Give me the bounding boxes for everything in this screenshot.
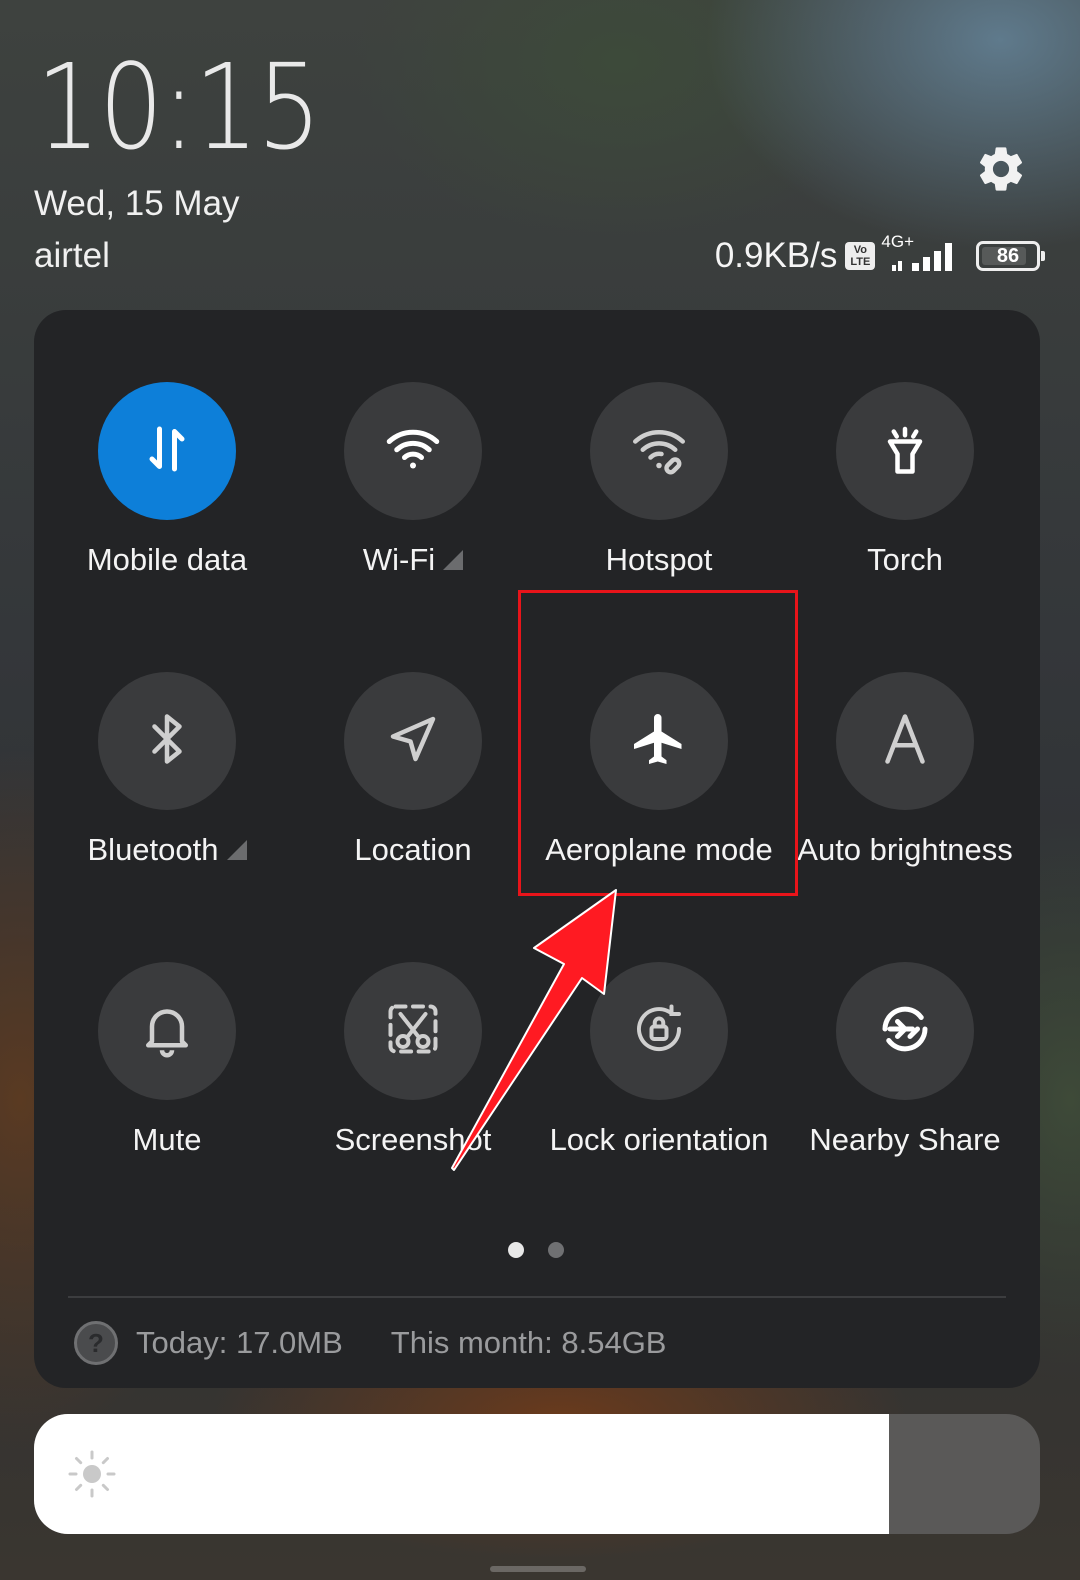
annotation-arrow-icon xyxy=(451,889,617,1171)
hotspot-icon xyxy=(629,419,689,484)
brightness-fill xyxy=(34,1414,890,1534)
page-dot-2[interactable] xyxy=(548,1242,564,1258)
tile-auto-brightness[interactable]: Auto brightness xyxy=(782,672,1028,868)
volte-icon: Vo LTE xyxy=(845,242,876,270)
annotation-highlight-box xyxy=(518,590,798,896)
tile-bluetooth-button[interactable] xyxy=(98,672,236,810)
tile-label-text: Wi-Fi xyxy=(362,542,436,577)
clock-time[interactable]: 10:15 xyxy=(36,48,322,166)
panel-divider xyxy=(68,1296,1006,1298)
bell-icon xyxy=(137,999,197,1064)
usage-month: This month: 8.54GB xyxy=(390,1325,667,1360)
tile-label-text: Mute xyxy=(132,1122,202,1157)
tile-hotspot[interactable]: Hotspot xyxy=(536,382,782,578)
tile-location-button[interactable] xyxy=(344,672,482,810)
network-speed: 0.9KB/s xyxy=(714,236,838,275)
tile-location-label: Location xyxy=(354,832,471,868)
status-bar-right: 0.9KB/s Vo LTE 4G+ 86 xyxy=(714,232,1045,280)
data-usage-row[interactable]: ? Today: 17.0MB This month: 8.54GB xyxy=(74,1320,666,1366)
network-type: 4G+ xyxy=(881,232,914,251)
page-dot-1[interactable] xyxy=(508,1242,524,1258)
battery-fill xyxy=(982,247,1026,265)
expand-corner-icon[interactable] xyxy=(226,840,247,860)
expand-corner-icon[interactable] xyxy=(443,550,464,570)
battery-icon: 86 xyxy=(976,241,1045,271)
mobile-data-arrows-icon xyxy=(137,419,197,484)
gesture-bar[interactable] xyxy=(490,1566,586,1572)
tile-hotspot-label: Hotspot xyxy=(606,542,713,578)
tile-wifi-label: Wi-Fi xyxy=(362,542,464,578)
tile-torch[interactable]: Torch xyxy=(782,382,1028,578)
tile-torch-label: Torch xyxy=(867,542,943,578)
tile-mute-label: Mute xyxy=(133,1122,202,1158)
torch-icon xyxy=(875,419,935,484)
location-arrow-icon xyxy=(383,709,443,774)
nearby-share-icon xyxy=(875,999,935,1064)
tile-mute[interactable]: Mute xyxy=(44,962,290,1158)
scissors-icon xyxy=(383,999,443,1064)
tile-label-text: Mobile data xyxy=(86,542,248,577)
wifi-icon xyxy=(383,419,443,484)
tile-nearby-share-button[interactable] xyxy=(836,962,974,1100)
tile-hotspot-button[interactable] xyxy=(590,382,728,520)
sun-icon xyxy=(68,1450,116,1498)
tile-label-text: Hotspot xyxy=(605,542,713,577)
tile-auto-brightness-button[interactable] xyxy=(836,672,974,810)
usage-today: Today: 17.0MB xyxy=(136,1325,343,1360)
tile-mobile-data-button[interactable] xyxy=(98,382,236,520)
tile-label-text: Auto brightness xyxy=(797,832,1013,867)
tile-wifi[interactable]: Wi-Fi xyxy=(290,382,536,578)
tile-label-text: Location xyxy=(354,832,472,867)
date-label[interactable]: Wed, 15 May xyxy=(34,184,240,224)
tile-label-text: Torch xyxy=(867,542,943,577)
help-icon[interactable]: ? xyxy=(74,1321,118,1365)
tile-nearby-share-label: Nearby Share xyxy=(809,1122,1000,1158)
tile-torch-button[interactable] xyxy=(836,382,974,520)
bluetooth-icon xyxy=(137,709,197,774)
tile-mobile-data-label: Mobile data xyxy=(87,542,247,578)
brightness-slider[interactable] xyxy=(34,1414,1040,1534)
tile-wifi-button[interactable] xyxy=(344,382,482,520)
tile-location[interactable]: Location xyxy=(290,672,536,868)
tile-auto-brightness-label: Auto brightness xyxy=(797,832,1012,868)
tile-bluetooth[interactable]: Bluetooth xyxy=(44,672,290,868)
tile-label-text: Bluetooth xyxy=(87,832,219,867)
tile-nearby-share[interactable]: Nearby Share xyxy=(782,962,1028,1158)
tile-bluetooth-label: Bluetooth xyxy=(88,832,247,868)
tile-mute-button[interactable] xyxy=(98,962,236,1100)
carrier-name: airtel xyxy=(34,236,110,275)
page-indicator xyxy=(508,1242,564,1258)
tile-mobile-data[interactable]: Mobile data xyxy=(44,382,290,578)
settings-gear-icon[interactable] xyxy=(974,142,1028,196)
tile-label-text: Nearby Share xyxy=(809,1122,1001,1157)
letter-a-icon xyxy=(875,709,935,774)
